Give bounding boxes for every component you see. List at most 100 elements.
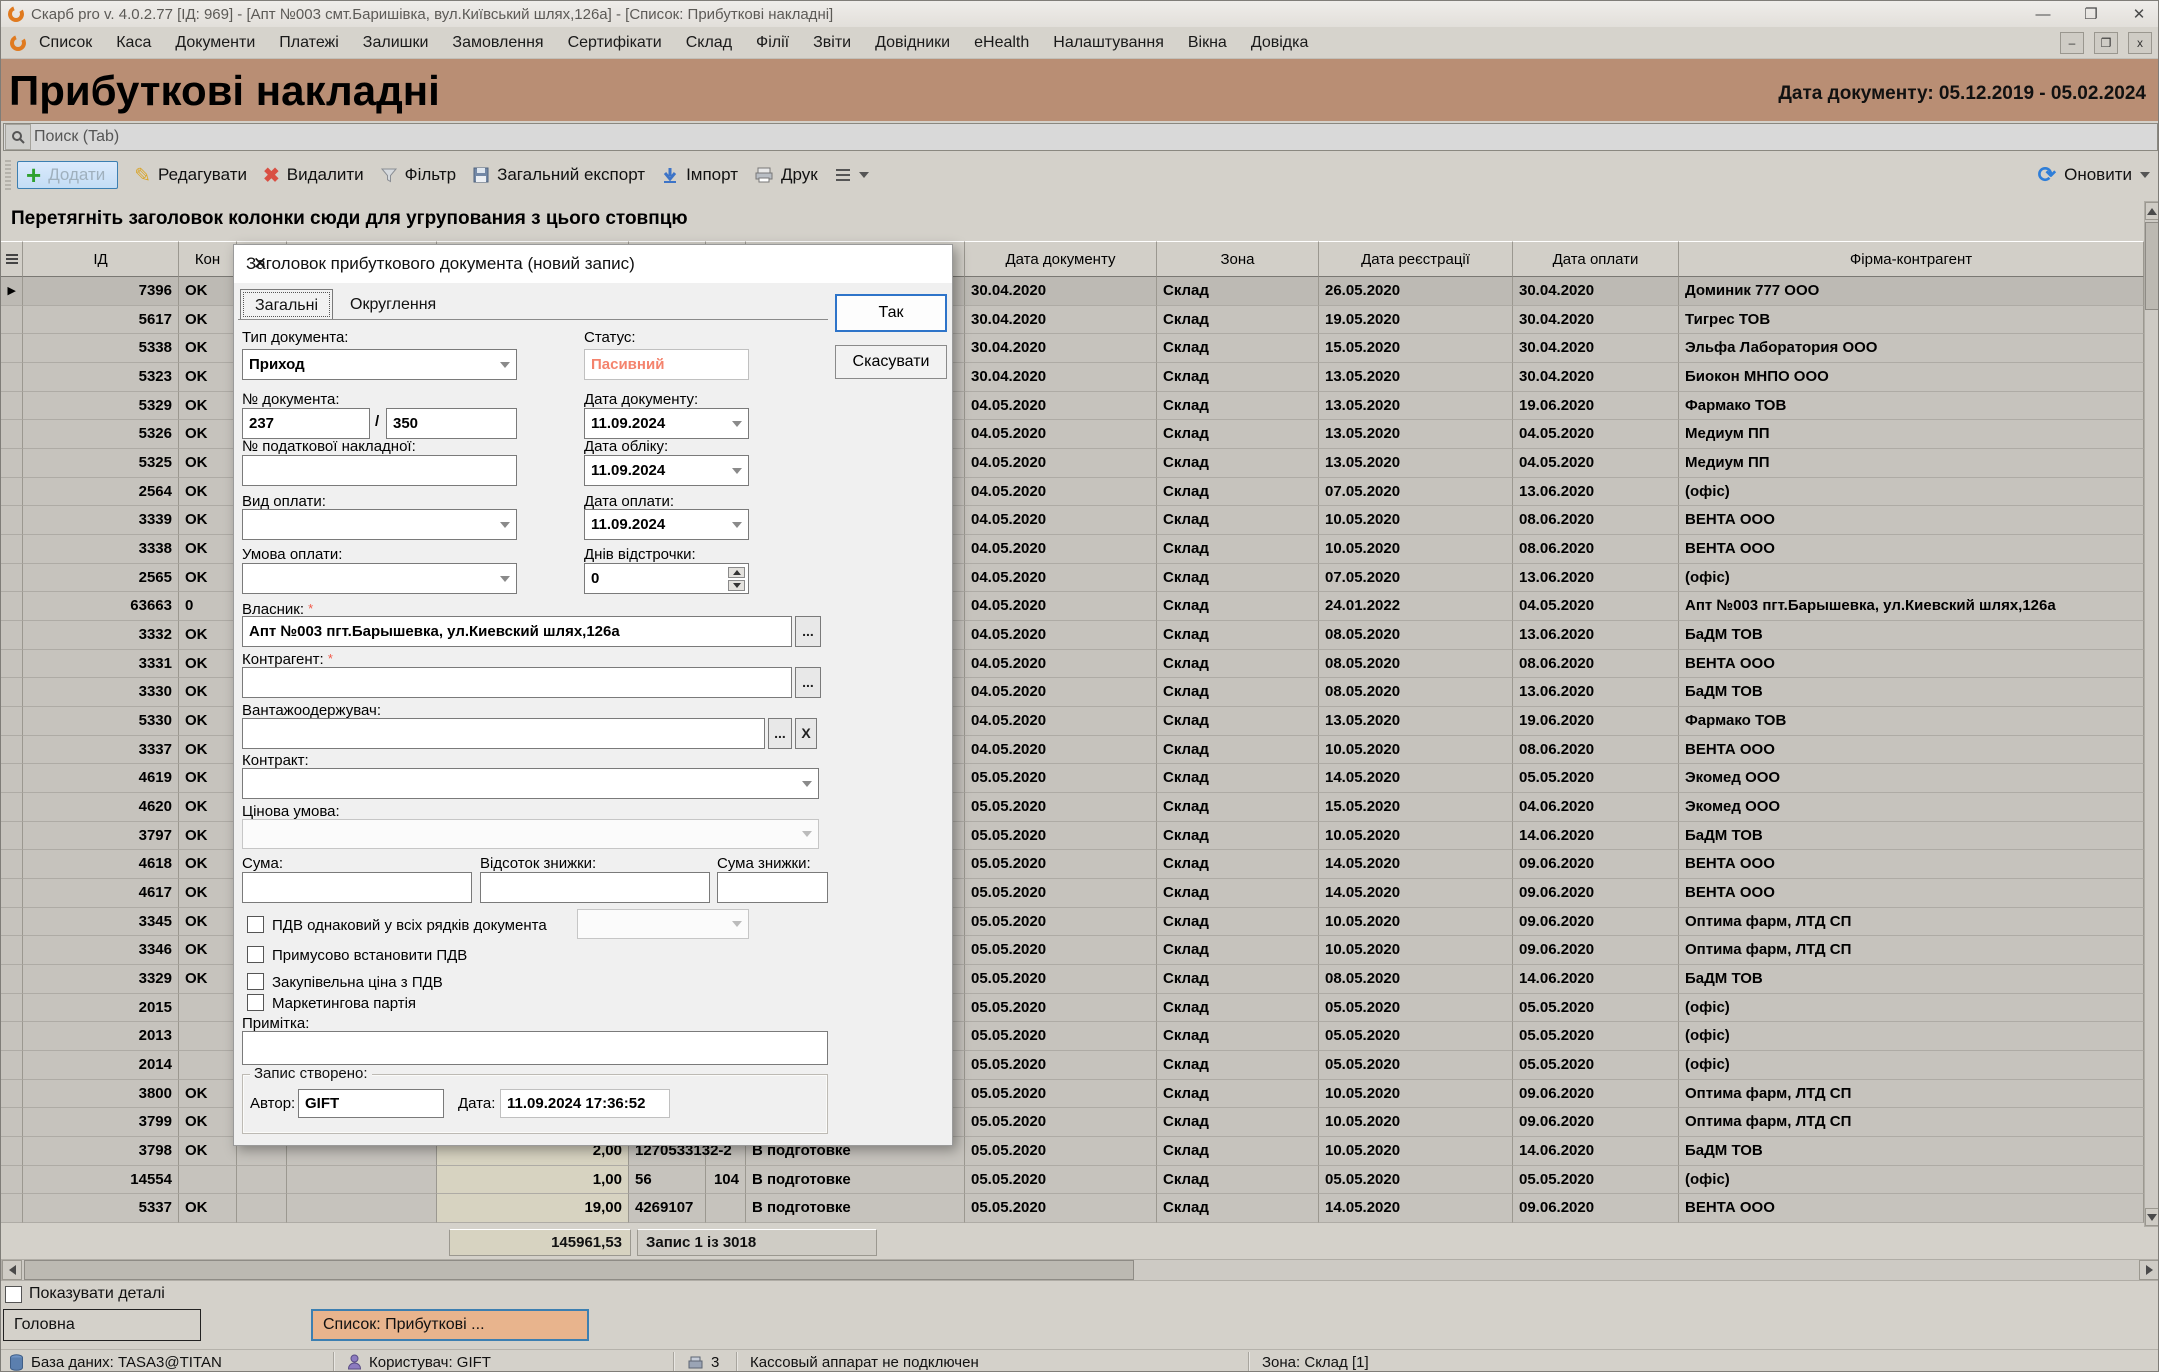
filter-button[interactable]: Фільтр <box>380 165 456 185</box>
doc-type-select[interactable]: Приход <box>242 349 517 380</box>
cell-firm: БаДМ ТОВ <box>1679 621 2144 650</box>
menu-item[interactable]: eHealth <box>962 34 1041 52</box>
mdi-close-icon[interactable]: x <box>2128 32 2152 54</box>
contract-select[interactable] <box>242 768 819 799</box>
delay-days-spinner[interactable]: 0 <box>584 563 749 594</box>
vat-force-checkbox[interactable] <box>247 946 264 963</box>
consignee-browse-button[interactable]: ... <box>768 718 792 749</box>
dialog-tab-rounding[interactable]: Округлення <box>336 289 450 320</box>
note-input[interactable] <box>242 1031 828 1065</box>
sum-input[interactable] <box>242 872 472 903</box>
vertical-scrollbar-thumb[interactable] <box>2145 222 2159 310</box>
discount-sum-input[interactable] <box>717 872 828 903</box>
vat-same-checkbox[interactable] <box>247 916 264 933</box>
refresh-button[interactable]: ⟳ Оновити <box>2038 162 2150 188</box>
mdi-minimize-icon[interactable]: – <box>2060 32 2084 54</box>
user-icon <box>347 1354 362 1370</box>
cell-sel <box>1 592 23 621</box>
tax-invoice-number-input[interactable] <box>242 455 517 486</box>
horizontal-scrollbar-thumb[interactable] <box>24 1260 1134 1280</box>
menu-item[interactable]: Замовлення <box>440 34 555 52</box>
spin-down-icon[interactable] <box>728 580 745 591</box>
scroll-left-icon[interactable] <box>2 1260 22 1280</box>
mdi-restore-icon[interactable]: ❐ <box>2094 32 2118 54</box>
owner-browse-button[interactable]: ... <box>795 616 821 647</box>
contractor-input[interactable] <box>242 667 792 698</box>
cancel-button[interactable]: Скасувати <box>835 345 947 379</box>
cell-zone: Склад <box>1157 592 1319 621</box>
author-input[interactable]: GIFT <box>298 1089 444 1118</box>
vertical-scrollbar[interactable] <box>2144 201 2159 1227</box>
dialog-close-icon[interactable]: ✕ <box>246 245 274 271</box>
payment-date-select[interactable]: 11.09.2024 <box>584 509 749 540</box>
import-button[interactable]: Імпорт <box>661 165 738 185</box>
account-date-select[interactable]: 11.09.2024 <box>584 455 749 486</box>
menu-item[interactable]: Список <box>27 34 104 52</box>
column-header-sel[interactable] <box>1 241 23 277</box>
menu-item[interactable]: Звіти <box>801 34 863 52</box>
doc-number-input-1[interactable]: 237 <box>242 408 370 439</box>
doc-number-input-2[interactable]: 350 <box>386 408 517 439</box>
dialog-tab-general[interactable]: Загальні <box>240 289 333 320</box>
cell-zone: Склад <box>1157 994 1319 1023</box>
import-arrow-icon <box>661 166 679 184</box>
menu-item[interactable]: Вікна <box>1176 34 1239 52</box>
column-header-kon[interactable]: Кон <box>179 241 237 277</box>
doc-date-select[interactable]: 11.09.2024 <box>584 408 749 439</box>
tab-list-active[interactable]: Список: Прибуткові ... <box>311 1309 589 1341</box>
payment-kind-select[interactable] <box>242 509 517 540</box>
table-row[interactable]: 145541,0056104В подготовке05.05.2020Скла… <box>1 1166 2144 1195</box>
sum-label: Сума: <box>242 855 283 872</box>
tab-main[interactable]: Головна <box>3 1309 201 1341</box>
menu-item[interactable]: Каса <box>104 34 163 52</box>
column-header-d3[interactable]: Дата оплати <box>1513 241 1679 277</box>
menu-item[interactable]: Залишки <box>351 34 441 52</box>
marketing-batch-checkbox[interactable] <box>247 994 264 1011</box>
owner-input[interactable]: Апт №003 пгт.Барышевка, ул.Киевский шлях… <box>242 616 792 647</box>
cell-firm: Экомед ООО <box>1679 764 2144 793</box>
price-with-vat-checkbox[interactable] <box>247 973 264 990</box>
spin-up-icon[interactable] <box>728 567 745 578</box>
scroll-up-icon[interactable] <box>2145 202 2159 220</box>
show-details-checkbox[interactable] <box>5 1286 22 1303</box>
scroll-right-icon[interactable] <box>2139 1260 2159 1280</box>
export-button[interactable]: Загальний експорт <box>472 165 645 185</box>
scroll-down-icon[interactable] <box>2145 1208 2159 1226</box>
column-header-id[interactable]: ІД <box>23 241 179 277</box>
menu-item[interactable]: Довідники <box>863 34 962 52</box>
minimize-icon[interactable]: — <box>2028 6 2058 23</box>
price-condition-select[interactable] <box>242 819 819 849</box>
close-icon[interactable]: ✕ <box>2124 5 2154 23</box>
vat-rate-select[interactable] <box>577 909 749 939</box>
menu-item[interactable]: Філії <box>744 34 801 52</box>
cell-zone: Склад <box>1157 478 1319 507</box>
menu-item[interactable]: Документи <box>163 34 267 52</box>
menu-item[interactable]: Довідка <box>1239 34 1321 52</box>
discount-percent-input[interactable] <box>480 872 710 903</box>
menu-item[interactable]: Платежі <box>267 34 351 52</box>
menu-item[interactable]: Сертифікати <box>556 34 674 52</box>
search-input[interactable] <box>32 127 2157 147</box>
maximize-icon[interactable]: ❐ <box>2076 5 2106 23</box>
delete-button[interactable]: ✖ Видалити <box>263 163 364 188</box>
account-date-label: Дата обліку: <box>584 438 668 455</box>
table-row[interactable]: 5337OK19,004269107В подготовке05.05.2020… <box>1 1194 2144 1223</box>
add-button[interactable]: + Додати <box>17 161 118 189</box>
column-header-d1[interactable]: Дата документу <box>965 241 1157 277</box>
toolbar-grip[interactable] <box>5 160 11 190</box>
consignee-clear-button[interactable]: X <box>795 718 817 749</box>
print-button[interactable]: Друк <box>754 165 818 185</box>
horizontal-scrollbar[interactable] <box>1 1259 2159 1281</box>
contractor-browse-button[interactable]: ... <box>795 667 821 698</box>
column-header-firm[interactable]: Фірма-контрагент <box>1679 241 2144 277</box>
edit-button[interactable]: ✎ Редагувати <box>134 163 247 188</box>
column-header-zone[interactable]: Зона <box>1157 241 1319 277</box>
menu-item[interactable]: Склад <box>674 34 744 52</box>
consignee-input[interactable] <box>242 718 765 749</box>
cell-c2 <box>287 1194 437 1223</box>
view-menu-button[interactable] <box>834 167 869 183</box>
menu-item[interactable]: Налаштування <box>1041 34 1176 52</box>
column-header-d2[interactable]: Дата реєстрації <box>1319 241 1513 277</box>
payment-term-select[interactable] <box>242 563 517 594</box>
ok-button[interactable]: Так <box>835 294 947 332</box>
